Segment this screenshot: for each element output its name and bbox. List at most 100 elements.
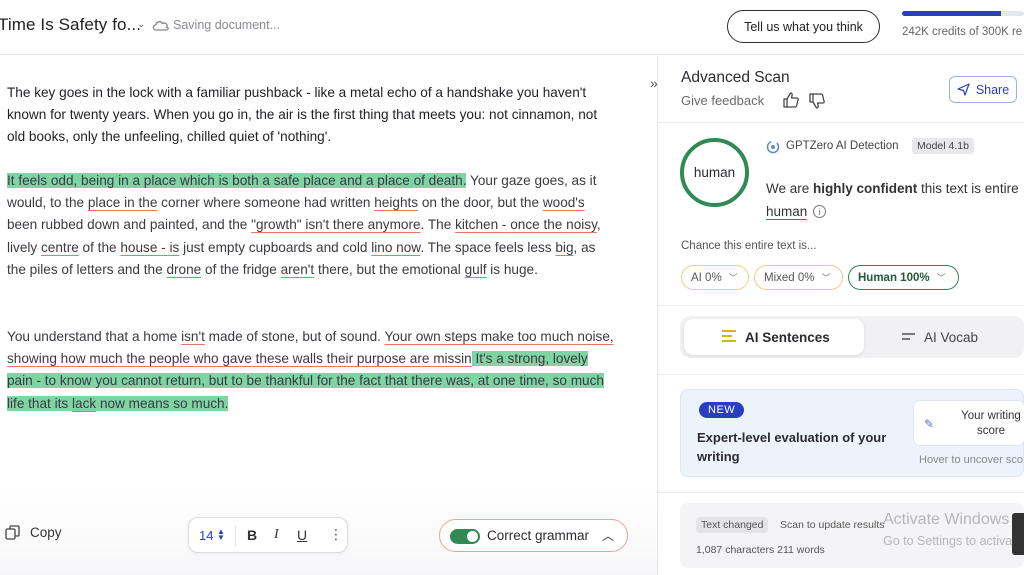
flagged-phrase[interactable]: "growth" isn't there anymore bbox=[251, 217, 420, 232]
writing-score-promo[interactable]: NEW Expert-level evaluation of your writ… bbox=[680, 389, 1024, 477]
grammar-toggle[interactable] bbox=[450, 529, 480, 544]
tab-ai-vocab[interactable]: AI Vocab bbox=[884, 319, 1020, 355]
toggle-knob bbox=[467, 531, 478, 542]
panel-divider bbox=[658, 492, 1024, 493]
activation-watermark-title: Activate Windows bbox=[883, 511, 1010, 528]
cloud-icon bbox=[152, 21, 169, 31]
lines-icon bbox=[722, 330, 736, 342]
flagged-phrase[interactable]: place in the bbox=[88, 195, 158, 210]
send-icon bbox=[957, 83, 970, 96]
text-span: . The bbox=[420, 217, 456, 233]
font-size-stepper-icon[interactable]: ▲ ▼ bbox=[217, 528, 225, 542]
credits-progress bbox=[902, 11, 1024, 16]
verdict-label: human bbox=[693, 165, 736, 180]
text-span: is huge. bbox=[486, 261, 538, 277]
side-handle[interactable] bbox=[1012, 513, 1024, 555]
editor[interactable]: The key goes in the lock with a familiar… bbox=[0, 56, 657, 575]
info-icon[interactable]: i bbox=[813, 205, 826, 218]
activation-watermark-sub: Go to Settings to activa bbox=[883, 534, 1013, 548]
text-span: corner where someone had written bbox=[157, 195, 375, 211]
flagged-phrase[interactable]: wood's bbox=[543, 195, 585, 210]
text-span: been rubbed down and painted, and the bbox=[7, 217, 252, 233]
saving-status: Saving document... bbox=[173, 18, 281, 32]
copy-label: Copy bbox=[30, 525, 62, 540]
vocab-icon bbox=[902, 333, 915, 340]
chevron-up-icon[interactable]: ︿ bbox=[602, 527, 614, 544]
text-span: . The space feels less bbox=[420, 239, 556, 255]
ai-highlight[interactable]: It feels odd, being in a place which is … bbox=[7, 173, 467, 188]
panel-divider bbox=[658, 305, 1024, 306]
chevron-down-icon[interactable]: ⌄ bbox=[137, 19, 145, 30]
text-span: now means so much. bbox=[96, 395, 229, 411]
text-span: on the door, but the bbox=[418, 195, 543, 211]
chevron-down-icon: ﹀ bbox=[821, 273, 831, 283]
copy-button[interactable]: Copy bbox=[5, 525, 62, 540]
share-button[interactable]: Share bbox=[949, 76, 1017, 103]
paragraph-1[interactable]: The key goes in the lock with a familiar… bbox=[7, 82, 617, 149]
flagged-phrase[interactable]: lack bbox=[72, 396, 96, 411]
confidence-text: We are highly confident this text is ent… bbox=[766, 181, 1019, 196]
text-span: of the fridge bbox=[201, 261, 281, 277]
panel-divider bbox=[658, 374, 1024, 375]
flagged-phrase[interactable]: centre bbox=[41, 240, 79, 255]
flagged-phrase[interactable]: once the bbox=[510, 217, 566, 232]
detector-name: GPTZero AI Detection bbox=[786, 140, 899, 152]
flagged-phrase[interactable]: big bbox=[555, 240, 573, 255]
bold-button[interactable]: B bbox=[247, 527, 257, 543]
new-badge: NEW bbox=[699, 402, 745, 418]
human-percent-pill[interactable]: Human 100% ﹀ bbox=[848, 265, 959, 290]
tab-label: AI Sentences bbox=[745, 330, 830, 345]
pill-label: AI 0% bbox=[691, 271, 722, 284]
scan-update-hint: Scan to update results bbox=[780, 519, 885, 531]
flagged-phrase[interactable]: aren't bbox=[281, 262, 315, 277]
more-options-icon[interactable]: ⋮ bbox=[329, 526, 343, 543]
verdict-ring: human bbox=[680, 138, 749, 207]
mixed-percent-pill[interactable]: Mixed 0% ﹀ bbox=[754, 265, 843, 290]
flagged-phrase[interactable]: kitchen - bbox=[455, 217, 510, 232]
flagged-phrase[interactable]: lino now bbox=[371, 240, 420, 255]
feedback-button[interactable]: Tell us what you think bbox=[727, 10, 880, 43]
chevron-down-icon: ﹀ bbox=[728, 273, 738, 283]
share-label: Share bbox=[975, 82, 1010, 97]
scan-panel: Advanced Scan Give feedback Share human … bbox=[658, 56, 1024, 575]
thumbs-down-icon[interactable] bbox=[808, 92, 826, 110]
italic-button[interactable]: I bbox=[274, 527, 279, 543]
document-title[interactable]: Time Is Safety fo... bbox=[0, 15, 141, 35]
text-changed-badge: Text changed bbox=[696, 517, 769, 533]
thumbs-up-icon[interactable] bbox=[782, 91, 800, 109]
chance-label: Chance this entire text is... bbox=[681, 240, 817, 252]
ai-percent-pill[interactable]: AI 0% ﹀ bbox=[681, 265, 749, 290]
flagged-phrase[interactable]: noisy bbox=[566, 217, 597, 232]
grammar-label: Correct grammar bbox=[487, 528, 590, 543]
paragraph-2[interactable]: It feels odd, being in a place which is … bbox=[7, 170, 617, 281]
text-span: We are bbox=[766, 181, 814, 196]
gptzero-logo-icon bbox=[766, 140, 780, 154]
text-span: this text is entire bbox=[917, 181, 1019, 196]
flagged-phrase[interactable]: isn't bbox=[181, 329, 205, 344]
paragraph-3[interactable]: You understand that a home isn't made of… bbox=[7, 326, 617, 415]
tab-ai-sentences[interactable]: AI Sentences bbox=[684, 319, 864, 355]
promo-text: Expert-level evaluation of your writing bbox=[697, 430, 887, 464]
give-feedback-label: Give feedback bbox=[681, 93, 765, 108]
underline-button[interactable]: U bbox=[297, 527, 307, 543]
flagged-phrase[interactable]: heights bbox=[374, 195, 418, 210]
text-span: of the bbox=[78, 239, 121, 255]
model-badge: Model 4.1b bbox=[912, 138, 974, 154]
panel-title: Advanced Scan bbox=[681, 69, 790, 86]
score-card-label: Your writing score bbox=[961, 410, 1021, 437]
chevron-down-icon: ﹀ bbox=[936, 273, 946, 283]
top-bar: Time Is Safety fo... ⌄ Saving document..… bbox=[0, 0, 1024, 55]
confidence-level: highly confident bbox=[813, 181, 918, 196]
flagged-phrase[interactable]: gulf bbox=[465, 262, 487, 277]
flagged-phrase[interactable]: house - is bbox=[120, 240, 179, 255]
correct-grammar-button[interactable]: Correct grammar ︿ bbox=[439, 519, 628, 552]
text-span: there, but the emotional bbox=[314, 261, 465, 277]
collapse-panel-icon[interactable]: » bbox=[650, 75, 658, 91]
text-span: You understand that a home bbox=[7, 329, 182, 344]
writing-score-card[interactable]: ✎ Your writing score bbox=[913, 400, 1024, 446]
flagged-phrase[interactable]: drone bbox=[166, 262, 201, 277]
font-size-value[interactable]: 14 bbox=[199, 528, 213, 543]
magic-wand-icon: ✎ bbox=[924, 417, 935, 431]
credits-text: 242K credits of 300K re bbox=[902, 26, 1023, 38]
character-word-count: 1,087 characters 211 words bbox=[696, 544, 825, 556]
